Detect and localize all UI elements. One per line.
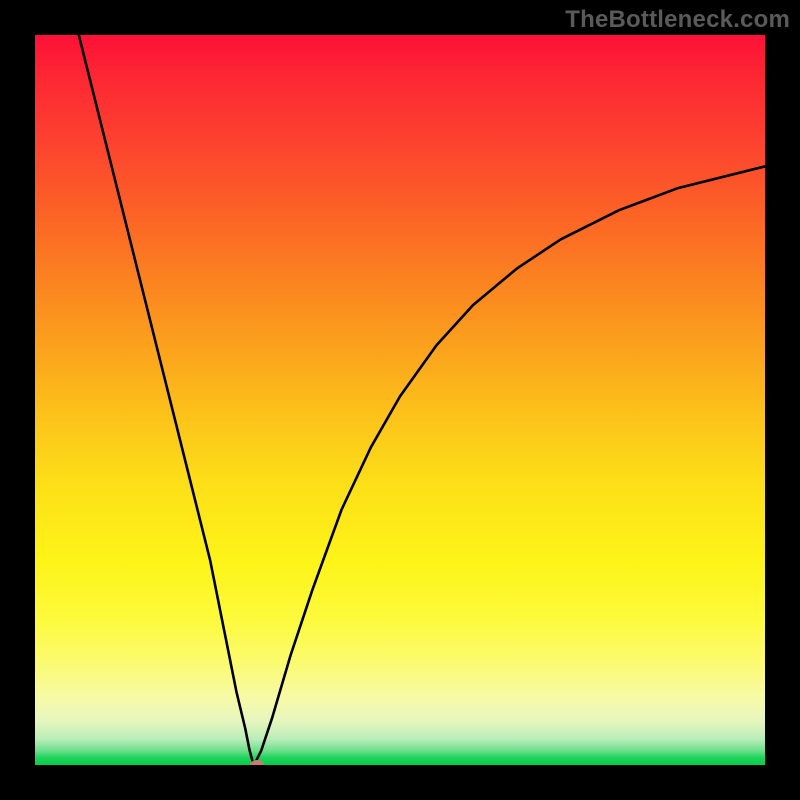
watermark-text: TheBottleneck.com	[565, 6, 790, 34]
bottleneck-curve	[79, 35, 765, 765]
curve-layer	[35, 35, 765, 765]
plot-area	[35, 35, 765, 765]
chart-root: TheBottleneck.com	[0, 0, 800, 800]
optimal-point-marker	[250, 760, 264, 765]
